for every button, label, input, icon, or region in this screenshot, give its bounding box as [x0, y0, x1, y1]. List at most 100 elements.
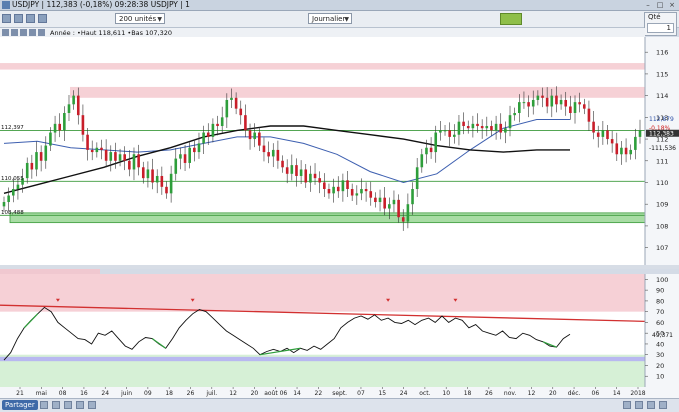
trash-icon[interactable] — [38, 29, 45, 36]
candle — [63, 113, 66, 131]
price-axis-label: -111,536 — [649, 145, 676, 152]
eye-icon[interactable] — [20, 29, 27, 36]
close-icon[interactable]: × — [667, 1, 677, 9]
layout-icon[interactable] — [76, 401, 84, 409]
grid-icon[interactable] — [88, 401, 96, 409]
candle — [299, 169, 303, 176]
candle — [406, 204, 410, 222]
price-tick-label: 115 — [656, 70, 668, 78]
window-title: USDJPY | 112,383 (-0,18%) 09:28:38 USDJP… — [12, 0, 190, 9]
time-tick-label: 20 — [549, 390, 557, 397]
time-tick-label: 06 — [592, 390, 600, 397]
time-tick-label: 22 — [315, 390, 323, 397]
time-tick-label: août 06 — [264, 390, 287, 397]
candle — [49, 132, 52, 146]
edit-icon[interactable] — [29, 29, 36, 36]
candle — [439, 130, 442, 133]
share-button[interactable]: Partager — [2, 400, 38, 410]
text-tool-icon[interactable] — [38, 14, 47, 23]
candle — [276, 149, 280, 161]
scroll-left-icon[interactable] — [647, 401, 655, 409]
scroll-right-icon[interactable] — [659, 401, 667, 409]
candle — [555, 95, 558, 105]
print-icon[interactable] — [52, 401, 60, 409]
price-chart[interactable]: 116115114113112111110109108107 112,879-0… — [0, 37, 679, 398]
price-tick-label: 116 — [656, 49, 668, 57]
camera-icon[interactable] — [40, 401, 48, 409]
candle — [425, 147, 428, 155]
period-select[interactable]: Journalier ▼ — [308, 13, 352, 24]
candle — [258, 132, 261, 146]
time-tick-label: 08 — [59, 390, 67, 397]
export-icon[interactable] — [64, 401, 72, 409]
candle — [2, 202, 6, 207]
candle — [615, 143, 619, 155]
candle — [206, 132, 210, 137]
quantity-input[interactable]: 1 — [647, 23, 674, 33]
osc-tick-label: 80 — [656, 297, 664, 305]
candle — [638, 130, 642, 137]
candle — [462, 121, 465, 127]
zoom-in-icon[interactable] — [623, 401, 631, 409]
oscillator-title-bar — [0, 269, 100, 274]
candle — [234, 97, 238, 109]
candle — [360, 189, 363, 194]
cursor-tool-icon[interactable] — [2, 14, 11, 23]
candle — [346, 180, 349, 189]
zoom-tool-icon[interactable] — [26, 14, 35, 23]
candle — [309, 173, 312, 183]
candle — [86, 134, 89, 150]
time-tick-label: 2018 — [630, 390, 645, 397]
candle — [610, 139, 614, 144]
time-tick-label: 12 — [528, 390, 536, 397]
osc-current-label: 49,371 — [652, 332, 673, 339]
candle — [508, 115, 512, 129]
candle — [90, 149, 94, 153]
candle — [30, 162, 34, 170]
candle — [72, 95, 75, 105]
candle — [11, 189, 15, 196]
candle — [211, 123, 215, 137]
candle — [58, 123, 62, 131]
settings-icon[interactable] — [2, 29, 9, 36]
chart-toolbar: 200 unités ▼ Journalier ▼ — [0, 11, 679, 28]
level-label: 110,055 — [1, 176, 24, 182]
candle — [536, 95, 540, 100]
candle — [118, 154, 122, 161]
overbought-zone — [0, 274, 645, 312]
candle — [466, 126, 470, 129]
candle — [527, 102, 530, 107]
minimize-icon[interactable]: – — [643, 1, 653, 9]
candle — [453, 134, 456, 137]
line-tool-icon[interactable] — [14, 14, 23, 23]
candle — [443, 130, 447, 132]
candle — [364, 189, 368, 192]
units-select[interactable]: 200 unités ▼ — [115, 13, 165, 24]
candle — [522, 102, 526, 104]
candle — [132, 154, 136, 170]
candle — [587, 108, 591, 122]
time-tick-label: sept. — [332, 390, 347, 397]
zoom-out-icon[interactable] — [635, 401, 643, 409]
add-indicator-icon[interactable] — [11, 29, 18, 36]
time-tick-label: juil. — [205, 390, 217, 397]
time-tick-label: 15 — [378, 390, 386, 397]
candle — [624, 147, 628, 155]
time-tick-label: 16 — [80, 390, 88, 397]
osc-tick-label: 10 — [656, 373, 664, 381]
candle — [155, 175, 159, 183]
candle — [578, 102, 581, 105]
prorealtime-logo — [500, 13, 522, 25]
candle — [634, 136, 637, 150]
time-tick-label: 26 — [485, 390, 493, 397]
candle — [81, 115, 85, 135]
price-tick-label: 107 — [656, 244, 668, 252]
price-tick-label: 108 — [656, 222, 668, 230]
osc-tick-label: 60 — [656, 319, 664, 327]
maximize-icon[interactable]: □ — [655, 1, 665, 9]
candle — [374, 197, 377, 203]
candle — [123, 154, 127, 161]
price-tick-label: 111 — [656, 157, 668, 165]
candle — [629, 149, 633, 155]
candle — [141, 167, 145, 179]
